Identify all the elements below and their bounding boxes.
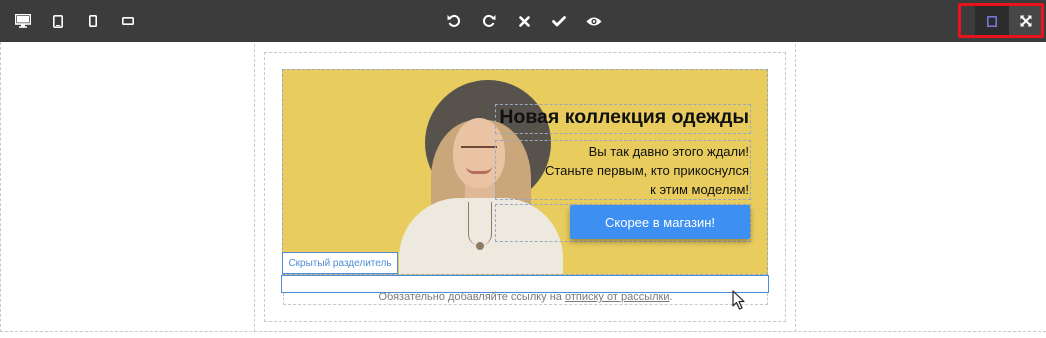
mobile-portrait-view-button[interactable]: [78, 0, 108, 42]
pendant-shape: [476, 242, 484, 250]
apply-icon: [552, 15, 566, 26]
tablet-view-button[interactable]: [43, 0, 73, 42]
hidden-divider-label[interactable]: Скрытый разделитель: [282, 252, 398, 274]
tablet-icon: [53, 14, 63, 28]
eyes-shape: [461, 146, 497, 150]
unsubscribe-notice-prefix: Обязательно добавляйте ссылку на: [378, 291, 565, 303]
smile-shape: [466, 166, 492, 174]
undo-icon: [447, 14, 461, 27]
show-borders-icon: [987, 15, 997, 27]
desktop-icon: [15, 14, 31, 28]
banner-block[interactable]: Новая коллекция одежды Вы так давно этог…: [282, 69, 768, 275]
banner-text-line: к этим моделям!: [650, 182, 749, 197]
necklace-shape: [468, 202, 492, 246]
preview-button[interactable]: [579, 0, 609, 42]
banner-title[interactable]: Новая коллекция одежды: [499, 106, 749, 129]
banner-text-line: Вы так давно этого ждали!: [588, 144, 749, 159]
redo-icon: [482, 14, 496, 27]
mobile-portrait-icon: [89, 15, 97, 27]
mouse-cursor-icon: [732, 290, 745, 310]
unsubscribe-notice[interactable]: Обязательно добавляйте ссылку на отписку…: [283, 291, 768, 303]
banner-text[interactable]: Вы так давно этого ждали! Станьте первым…: [509, 142, 749, 199]
fullscreen-icon: [1020, 15, 1032, 27]
shop-now-button[interactable]: Скорее в магазин!: [570, 205, 750, 239]
preview-eye-icon: [586, 17, 602, 25]
clear-button[interactable]: [509, 0, 539, 42]
editor-toolbar: [0, 0, 1046, 42]
apply-button[interactable]: [544, 0, 574, 42]
desktop-view-button[interactable]: [8, 0, 38, 42]
undo-button[interactable]: [439, 0, 469, 42]
toggle-borders-button[interactable]: [977, 0, 1007, 42]
fullscreen-button[interactable]: [1011, 0, 1041, 42]
banner-text-line: Станьте первым, кто прикоснулся: [544, 163, 749, 178]
unsubscribe-notice-suffix: .: [669, 291, 673, 303]
clear-icon: [518, 15, 530, 27]
mobile-landscape-view-button[interactable]: [113, 0, 143, 42]
unsubscribe-link[interactable]: отписку от рассылки: [565, 291, 670, 303]
mobile-landscape-icon: [122, 17, 134, 25]
redo-button[interactable]: [474, 0, 504, 42]
